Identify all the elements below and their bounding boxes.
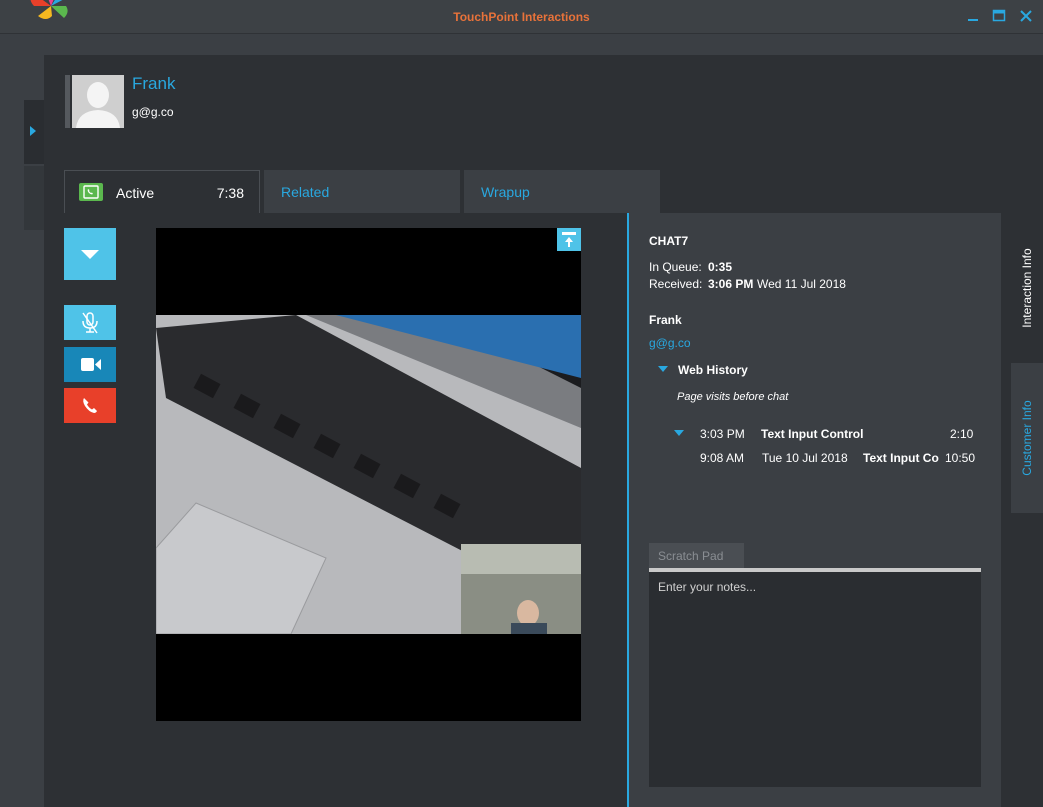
customer-email: g@g.co — [132, 105, 174, 119]
tab-related-label: Related — [281, 184, 330, 200]
video-feed — [156, 228, 581, 721]
sidebar-expand-toggle[interactable] — [24, 100, 44, 164]
scratch-pad-input[interactable] — [649, 572, 981, 787]
pop-out-video-button[interactable] — [557, 228, 581, 251]
tab-active[interactable]: Active 7:38 — [64, 170, 260, 213]
close-button[interactable] — [1018, 8, 1034, 24]
history-row-duration: 2:10 — [950, 427, 974, 441]
maximize-icon — [992, 9, 1006, 22]
in-queue-value: 0:35 — [708, 260, 733, 274]
web-history-title: Web History — [678, 363, 748, 377]
channel-name: CHAT7 — [649, 234, 689, 248]
mic-muted-icon — [82, 312, 98, 334]
mute-button[interactable] — [64, 305, 116, 340]
chevron-right-icon — [30, 126, 36, 136]
tab-active-timer: 7:38 — [216, 185, 244, 201]
tab-interaction-info[interactable]: Interaction Info — [1011, 213, 1043, 363]
info-customer-name: Frank — [649, 313, 682, 327]
customer-name: Frank — [132, 74, 176, 93]
sidebar-strip — [24, 166, 44, 230]
remote-video-image — [156, 315, 581, 721]
avatar — [72, 75, 124, 128]
options-dropdown-button[interactable] — [64, 228, 116, 280]
phone-hangup-icon — [83, 398, 97, 413]
tab-related[interactable]: Related — [264, 170, 460, 213]
received-label: Received: — [649, 277, 703, 291]
user-silhouette-icon — [72, 75, 124, 128]
tab-wrapup-label: Wrapup — [481, 184, 530, 200]
received-time: 3:06 PM — [708, 277, 754, 291]
history-row-duration: 10:50 — [945, 451, 976, 465]
side-tab-filler — [1011, 513, 1043, 807]
tab-customer-info-label: Customer Info — [1020, 400, 1034, 476]
history-row-expand-icon[interactable] — [674, 430, 684, 436]
tab-interaction-info-label: Interaction Info — [1020, 248, 1034, 328]
hangup-button[interactable] — [64, 388, 116, 423]
in-queue-label: In Queue: — [649, 260, 702, 274]
received-date: Wed 11 Jul 2018 — [757, 277, 846, 291]
avatar-status-bar — [65, 75, 70, 128]
history-row-date: Tue 10 Jul 2018 — [762, 451, 848, 465]
history-row-page: Text Input Co — [863, 451, 939, 465]
maximize-button[interactable] — [991, 8, 1007, 24]
video-camera-icon — [81, 358, 101, 371]
minimize-icon — [968, 19, 978, 21]
video-toggle-button[interactable] — [64, 347, 116, 382]
info-customer-email-link[interactable]: g@g.co — [649, 336, 691, 350]
tab-wrapup[interactable]: Wrapup — [464, 170, 660, 213]
window-title: TouchPoint Interactions — [453, 10, 590, 24]
web-history-subtitle: Page visits before chat — [677, 391, 789, 403]
history-row-page: Text Input Control — [761, 427, 864, 441]
phone-icon — [79, 183, 103, 201]
close-icon — [1020, 10, 1032, 22]
history-row-time: 3:03 PM — [700, 427, 745, 441]
tab-active-label: Active — [116, 185, 155, 201]
history-row-time: 9:08 AM — [700, 451, 745, 465]
tab-customer-info[interactable]: Customer Info — [1011, 363, 1043, 513]
scratch-pad-tab[interactable]: Scratch Pad — [649, 543, 744, 569]
title-bar: TouchPoint Interactions — [0, 0, 1043, 34]
pop-out-icon — [562, 232, 576, 247]
web-history-toggle-icon[interactable] — [658, 366, 668, 372]
chevron-down-icon — [81, 250, 99, 259]
minimize-button[interactable] — [965, 8, 981, 24]
